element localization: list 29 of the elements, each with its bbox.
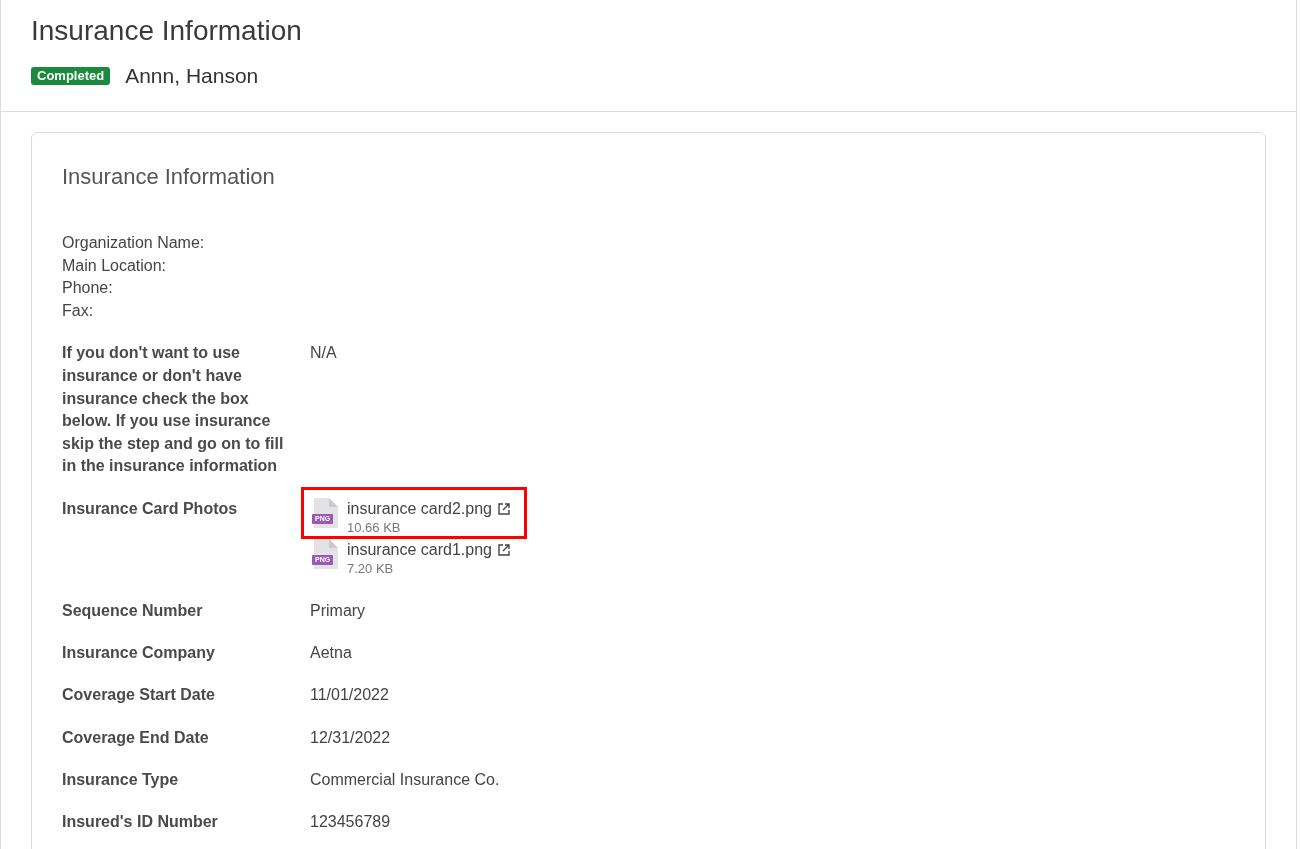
file-size: 7.20 KB <box>347 560 394 577</box>
field-label: Insurance Company <box>62 642 216 663</box>
field-value: 123456789 <box>310 812 391 833</box>
organization-line: Organization Name: <box>62 233 205 253</box>
organization-line: Phone: <box>62 278 113 299</box>
field-value: 12/31/2022 <box>310 727 391 748</box>
field-value: 11/01/2022 <box>310 685 389 706</box>
field-label: Insurance Card Photos <box>62 498 239 519</box>
file-link[interactable]: insurance card2.png <box>347 497 492 520</box>
card-title: Insurance Information <box>62 163 275 191</box>
page-title: Insurance Information <box>31 14 302 48</box>
external-link-icon[interactable] <box>498 502 510 515</box>
file-size: 10.66 KB <box>347 519 401 536</box>
field-label: If you don't want to use insurance or don't have insurance check the box below. If you use insurance skip the step and go on to fill in the insurance information <box>62 343 285 477</box>
field-label: Coverage End Date <box>62 727 210 748</box>
external-link-icon[interactable] <box>498 543 510 556</box>
field-label: Insurance Type <box>62 770 180 791</box>
organization-line: Main Location: <box>62 255 167 276</box>
field-label: Sequence Number <box>62 600 204 621</box>
field-value: Commercial Insurance Co. <box>310 770 500 791</box>
file-link[interactable]: insurance card1.png <box>347 538 492 561</box>
patient-name: Annn, Hanson <box>125 63 259 89</box>
field-label: Insured's ID Number <box>62 812 219 833</box>
field-value: N/A <box>310 343 337 364</box>
status-badge: Completed <box>31 67 111 85</box>
organization-line: Fax: <box>62 300 94 321</box>
field-value: Primary <box>310 600 366 621</box>
field-label: Coverage Start Date <box>62 685 216 706</box>
field-value: Aetna <box>310 642 352 663</box>
